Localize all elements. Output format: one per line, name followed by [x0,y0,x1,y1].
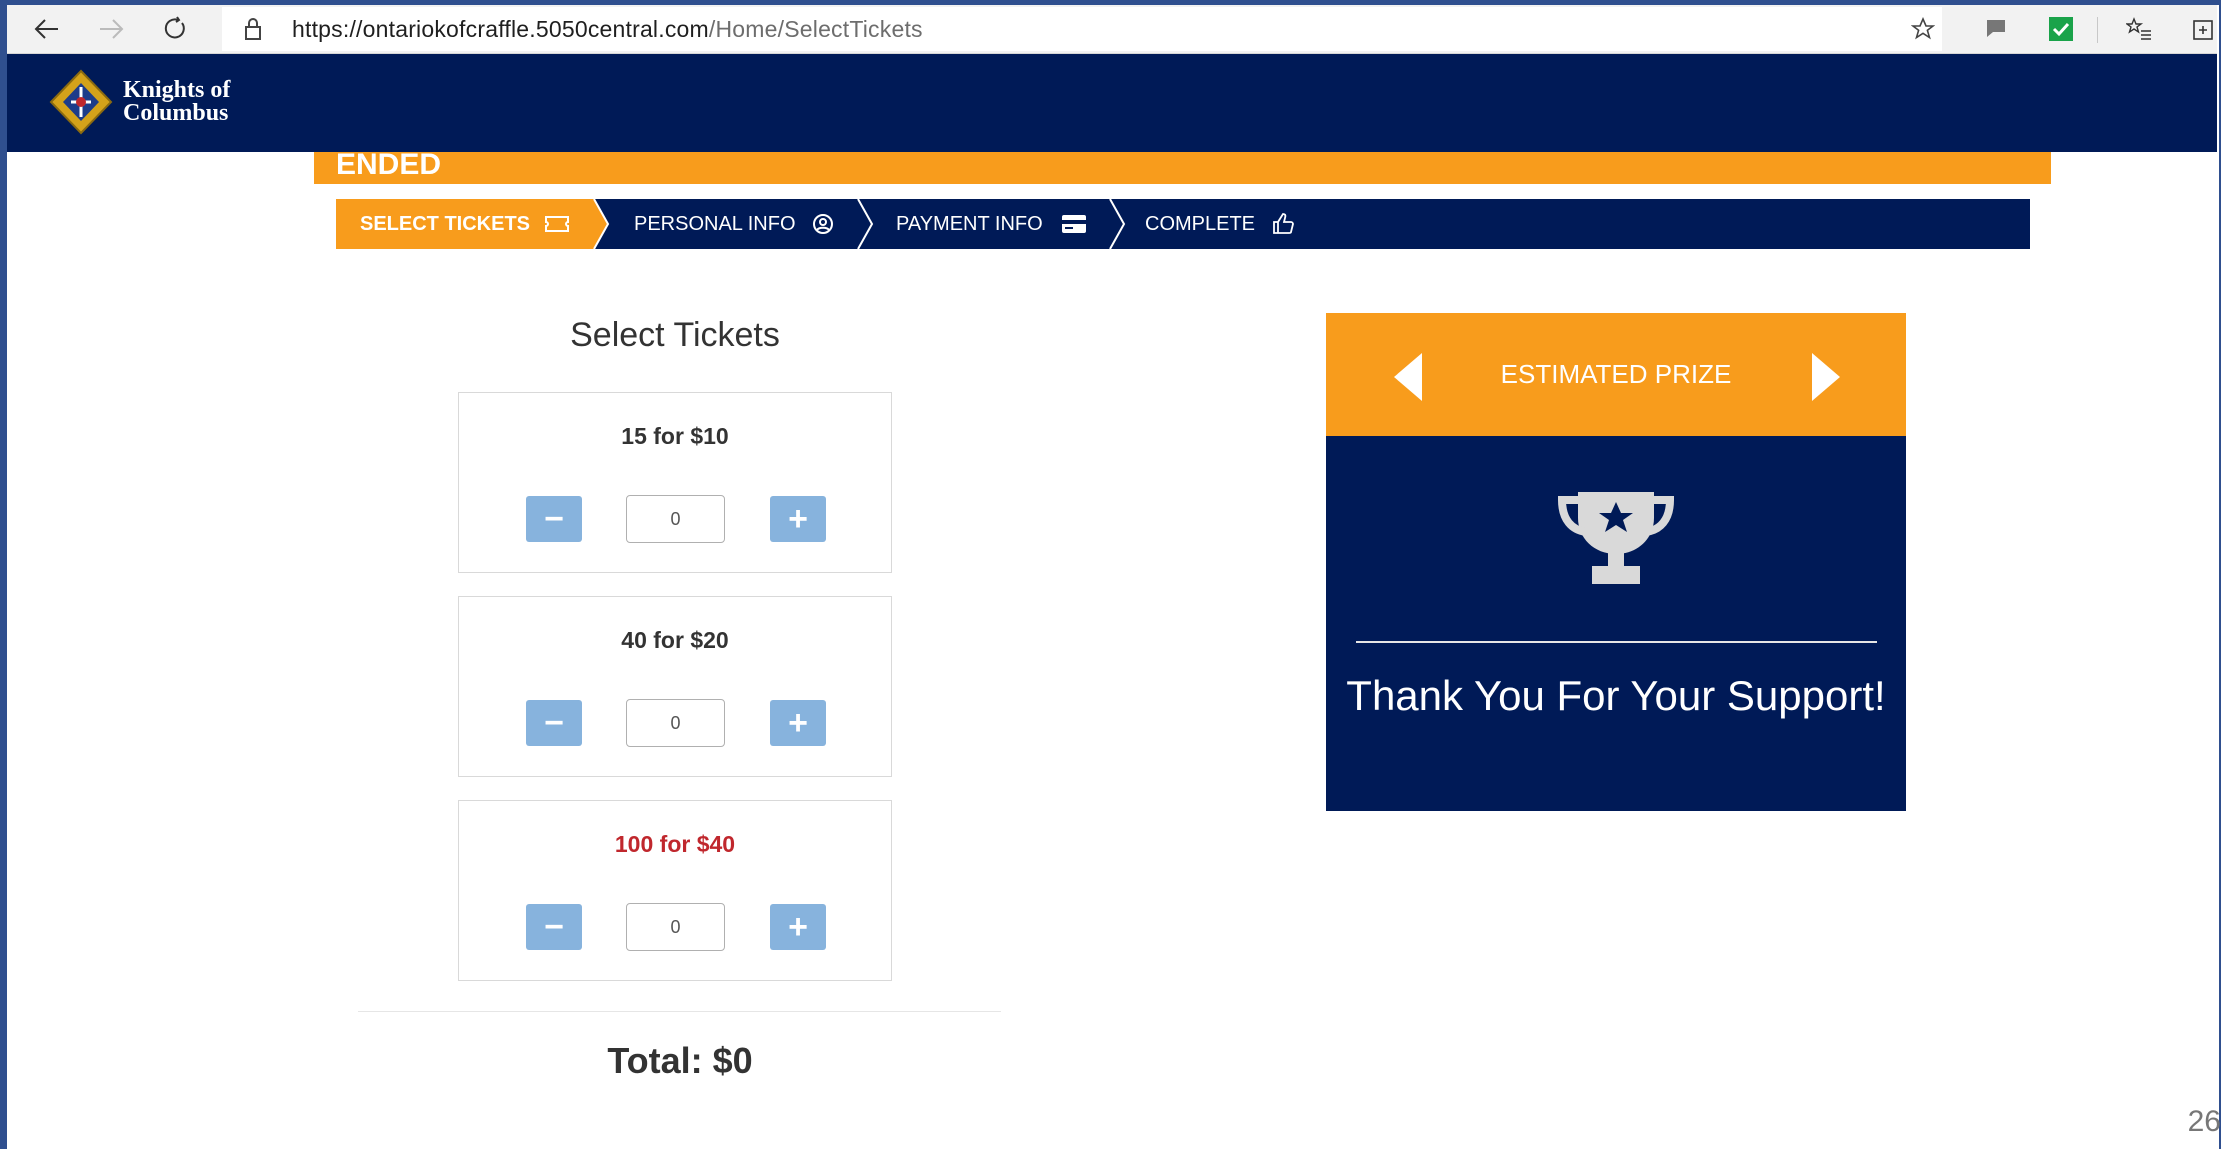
address-bar[interactable]: https://ontariokofcraffle.5050central.co… [222,7,1942,51]
prize-divider [1356,641,1877,643]
step-chevron-1 [592,199,610,249]
site-header: Knights of Columbus [7,54,2217,152]
favorite-star-button[interactable] [1905,11,1941,47]
increase-quantity-button[interactable]: + [770,496,826,542]
increase-quantity-button[interactable]: + [770,700,826,746]
favorites-list-icon [2126,17,2151,40]
lock-icon [244,17,262,46]
decrease-quantity-button[interactable]: − [526,904,582,950]
knights-of-columbus-logo[interactable]: Knights of Columbus [47,69,230,135]
step-personal-info[interactable]: PERSONAL INFO [634,199,834,249]
caret-right-icon [1812,353,1840,401]
collections-button[interactable] [2187,11,2217,47]
select-tickets-heading: Select Tickets [570,316,780,354]
extension-check-button[interactable] [2043,11,2079,47]
step-complete[interactable]: COMPLETE [1145,199,1295,249]
slide-frame-left [0,0,7,1149]
step-payment-info[interactable]: PAYMENT INFO [896,199,1087,249]
total-divider [358,1011,1001,1012]
user-circle-icon [812,214,833,234]
ticket-icon [545,216,570,232]
url-path: /Home/SelectTickets [708,16,923,42]
extension-feedback-button[interactable] [1978,11,2014,47]
url-text: https://ontariokofcraffle.5050central.co… [292,16,923,43]
slide-number: 26 [2187,1105,2221,1138]
ticket-package-card: 15 for $10 − + [458,392,892,573]
toolbar-separator [2097,17,2098,43]
order-total: Total: $0 [607,1040,753,1081]
ticket-package-label: 40 for $20 [621,627,729,653]
credit-card-icon [1061,215,1086,233]
star-outline-icon [1911,17,1935,40]
collections-icon [2193,20,2213,40]
decrease-quantity-button[interactable]: − [526,700,582,746]
estimated-prize-body: Thank You For Your Support! [1326,436,1906,811]
increase-quantity-button[interactable]: + [770,904,826,950]
emblem-icon [49,69,113,135]
trophy-icon [1557,490,1675,591]
step-label: SELECT TICKETS [360,212,531,235]
forward-button[interactable] [93,11,129,47]
ticket-package-card: 100 for $40 − + [458,800,892,981]
thank-you-message: Thank You For Your Support! [1346,672,1886,719]
back-button[interactable] [29,11,65,47]
ticket-package-label: 15 for $10 [621,423,729,449]
ticket-package-card: 40 for $20 − + [458,596,892,777]
quantity-input[interactable] [626,699,725,747]
raffle-status-text: ENDED [336,148,442,181]
raffle-status-banner: ENDED [314,148,2051,184]
forward-arrow-icon [100,19,124,39]
quantity-input[interactable] [626,495,725,543]
next-prize-button[interactable] [1810,353,1842,406]
step-label: PAYMENT INFO [896,212,1043,235]
refresh-icon [164,16,185,39]
url-host: https://ontariokofcraffle.5050central.co… [292,16,709,42]
green-check-icon [2049,17,2073,41]
step-label: COMPLETE [1145,212,1256,235]
back-arrow-icon [34,19,58,39]
speech-flag-icon [1987,20,2005,37]
step-select-tickets[interactable]: SELECT TICKETS [336,199,592,249]
thumbs-up-icon [1273,213,1294,234]
browser-toolbar: https://ontariokofcraffle.5050central.co… [7,5,2217,54]
logo-line-2: Columbus [123,100,229,126]
refresh-button[interactable] [157,11,193,47]
estimated-prize-header: ESTIMATED PRIZE [1326,313,1906,436]
favorites-button[interactable] [2121,11,2157,47]
step-chevron-2 [857,199,874,249]
checkout-steps: SELECT TICKETS PERSONAL INFO PAYMENT INF… [336,199,2030,249]
quantity-input[interactable] [626,903,725,951]
logo-line-1: Knights of [123,77,231,103]
ticket-package-label: 100 for $40 [614,831,736,857]
logo-text: Knights of Columbus [123,77,231,126]
decrease-quantity-button[interactable]: − [526,496,582,542]
step-chevron-3 [1109,199,1126,249]
step-label: PERSONAL INFO [634,212,796,235]
